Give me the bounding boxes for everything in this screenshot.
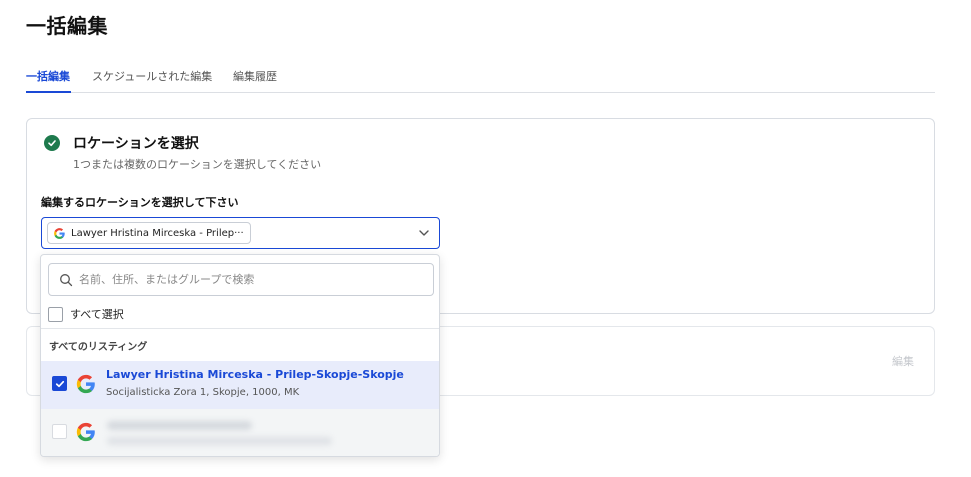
location-option-address: Socijalisticka Zora 1, Skopje, 1000, MK (106, 387, 300, 398)
search-icon (60, 274, 73, 287)
location-option-name: Lawyer Hristina Mirceska - Prilep-Skopje… (106, 368, 404, 381)
location-search-box[interactable] (48, 263, 434, 296)
group-label: すべてのリスティング (49, 342, 148, 353)
location-option-checkbox[interactable] (52, 424, 67, 439)
location-search-input[interactable] (79, 264, 429, 295)
tab-bar: 一括編集 スケジュールされた編集 編集履歴 (26, 60, 935, 93)
divider (41, 328, 439, 329)
blurred-location-name (107, 421, 252, 430)
google-icon (76, 374, 95, 394)
location-dropdown-panel: すべて選択 すべてのリスティング Lawyer Hristina Mircesk… (40, 254, 440, 457)
page-title: 一括編集 (26, 14, 108, 38)
google-icon (54, 227, 65, 239)
tab-scheduled-edits[interactable]: スケジュールされた編集 (92, 68, 212, 84)
selected-location-chip[interactable]: Lawyer Hristina Mirceska - Prilep··· (47, 222, 251, 244)
step-subtitle: 1つまたは複数のロケーションを選択してください (73, 158, 322, 171)
active-tab-indicator (26, 91, 71, 93)
selected-location-chip-label: Lawyer Hristina Mirceska - Prilep··· (71, 227, 244, 239)
select-all-label: すべて選択 (70, 308, 124, 321)
location-option[interactable]: Lawyer Hristina Mirceska - Prilep-Skopje… (41, 361, 439, 409)
location-option-checkbox[interactable] (52, 376, 67, 391)
check-circle-icon (44, 135, 60, 151)
location-select[interactable]: Lawyer Hristina Mirceska - Prilep··· (41, 217, 440, 249)
checkmark-icon (55, 380, 64, 387)
tab-bulk-edit[interactable]: 一括編集 (26, 68, 70, 84)
google-icon (76, 422, 95, 442)
chevron-down-icon[interactable] (417, 226, 431, 240)
step-title: ロケーションを選択 (73, 136, 199, 152)
edit-link[interactable]: 編集 (892, 353, 914, 369)
tab-edit-history[interactable]: 編集履歴 (233, 68, 277, 84)
location-field-label: 編集するロケーションを選択して下さい (41, 196, 239, 209)
blurred-location-address (107, 437, 332, 445)
location-option[interactable] (41, 409, 439, 456)
select-all-option[interactable]: すべて選択 (48, 306, 124, 322)
select-all-checkbox[interactable] (48, 306, 63, 322)
